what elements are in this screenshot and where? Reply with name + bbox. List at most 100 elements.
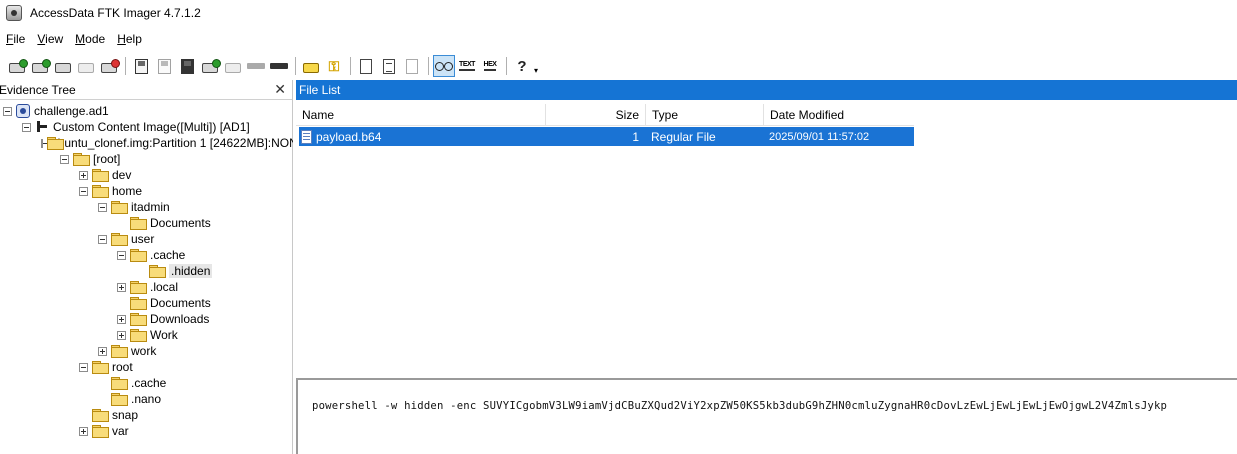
toolbar-separator	[428, 57, 429, 75]
key-icon: ⚿	[328, 58, 340, 74]
add-all-evidence-button[interactable]	[29, 55, 51, 77]
column-header-type[interactable]: Type	[646, 104, 764, 126]
collapse-icon[interactable]	[60, 154, 69, 164]
menu-file[interactable]: File	[0, 32, 31, 46]
collapse-icon[interactable]	[41, 138, 48, 148]
export-disk-image-icon	[157, 58, 171, 74]
create-custom-image-button[interactable]	[222, 55, 244, 77]
tree-node-home[interactable]: home	[79, 183, 142, 199]
verify-drive-icon	[247, 63, 265, 69]
folder-icon	[111, 393, 128, 406]
collapse-icon[interactable]	[22, 122, 31, 132]
folder-icon	[130, 313, 147, 326]
expand-icon[interactable]	[117, 330, 126, 340]
automatic-view-button[interactable]	[433, 55, 455, 77]
memory-icon	[270, 63, 288, 69]
image-mounting-icon	[55, 62, 71, 73]
tree-node-local[interactable]: .local	[117, 279, 178, 295]
tree-node-work-capital[interactable]: Work	[117, 327, 178, 343]
menu-view[interactable]: View	[31, 32, 69, 46]
tree-node-partition[interactable]: ubuntu_clonef.img:Partition 1 [24622MB]:…	[41, 135, 293, 151]
image-mounting-button[interactable]	[52, 55, 74, 77]
tree-node-user[interactable]: user	[98, 231, 154, 247]
window-title: AccessData FTK Imager 4.7.1.2	[30, 6, 201, 20]
verify-drive-button[interactable]	[245, 55, 267, 77]
file-list-title: File List	[299, 83, 341, 97]
collapse-icon[interactable]	[98, 234, 107, 244]
menu-help[interactable]: Help	[111, 32, 148, 46]
tree-node-work[interactable]: work	[98, 343, 156, 359]
tree-node-custom-content-image[interactable]: Custom Content Image([Multi]) [AD1]	[22, 119, 250, 135]
export-files-button[interactable]	[300, 55, 322, 77]
tree-node-root-cache[interactable]: .cache	[98, 375, 166, 391]
tree-node-hidden[interactable]: .hidden	[136, 263, 213, 279]
export-disk-image-button[interactable]	[153, 55, 175, 77]
create-custom-image-icon	[225, 62, 241, 73]
evidence-tree-header: Evidence Tree ✕	[0, 80, 292, 100]
file-list-row[interactable]: payload.b64 1 Regular File 2025/09/01 11…	[299, 127, 914, 146]
file-properties-button[interactable]	[378, 55, 400, 77]
add-evidence-item-button[interactable]	[6, 55, 28, 77]
export-logical-image-button[interactable]	[176, 55, 198, 77]
decrypt-button[interactable]: ⚿	[323, 55, 345, 77]
viewer-content-text: powershell -w hidden -enc SUVYICgobmV3LW…	[312, 400, 1168, 412]
tree-node-dev[interactable]: dev	[79, 167, 131, 183]
page-icon	[360, 58, 372, 74]
folder-icon	[130, 297, 147, 310]
folder-icon	[149, 265, 166, 278]
collapse-icon[interactable]	[79, 362, 88, 372]
tree-node-root[interactable]: root	[79, 359, 133, 375]
text-view-icon: TEXT	[459, 61, 475, 71]
add-to-custom-content-button[interactable]	[199, 55, 221, 77]
help-button[interactable]: ?	[511, 55, 533, 77]
menu-mode[interactable]: Mode	[69, 32, 111, 46]
tree-node-snap[interactable]: snap	[79, 407, 138, 423]
expand-icon[interactable]	[117, 282, 126, 292]
capture-memory-button[interactable]	[268, 55, 290, 77]
title-bar: AccessData FTK Imager 4.7.1.2	[0, 0, 1237, 26]
add-all-evidence-icon	[32, 58, 51, 73]
toolbar-overflow-icon[interactable]: ▾	[534, 66, 538, 75]
tree-node-downloads[interactable]: Downloads	[117, 311, 209, 327]
close-icon[interactable]: ✕	[274, 81, 286, 98]
folder-icon	[92, 361, 109, 374]
expand-icon[interactable]	[98, 346, 107, 356]
remove-all-evidence-icon	[101, 58, 120, 73]
tree-node-root-bracket[interactable]: [root]	[60, 151, 120, 167]
tree-node-challenge-ad1[interactable]: challenge.ad1	[3, 103, 109, 119]
hex-view-button[interactable]: HEX	[479, 55, 501, 77]
tree-node-itadmin-documents[interactable]: Documents	[117, 215, 211, 231]
expand-icon[interactable]	[79, 426, 88, 436]
export-logical-image-icon	[180, 58, 194, 74]
tree-node-itadmin[interactable]: itadmin	[98, 199, 170, 215]
remove-all-evidence-button[interactable]	[98, 55, 120, 77]
hex-page-icon	[406, 58, 418, 74]
column-header-date-modified[interactable]: Date Modified	[764, 104, 914, 126]
file-content-viewer[interactable]: powershell -w hidden -enc SUVYICgobmV3LW…	[296, 378, 1237, 454]
file-list-column-headers: Name Size Type Date Modified	[296, 104, 914, 126]
tree-node-nano[interactable]: .nano	[98, 391, 161, 407]
create-disk-image-button[interactable]	[130, 55, 152, 77]
column-header-size[interactable]: Size	[546, 104, 646, 126]
menu-bar: File View Mode Help	[0, 28, 148, 50]
evidence-tree-panel: Evidence Tree ✕ challenge.ad1 Custom Con…	[0, 80, 293, 454]
blank-page-button[interactable]	[355, 55, 377, 77]
tree-node-user-cache[interactable]: .cache	[117, 247, 185, 263]
collapse-icon[interactable]	[98, 202, 107, 212]
expand-icon[interactable]	[117, 314, 126, 324]
image-tree-icon	[35, 120, 49, 134]
expand-icon[interactable]	[79, 170, 88, 180]
tree-node-var[interactable]: var	[79, 423, 129, 439]
text-view-button[interactable]: TEXT	[456, 55, 478, 77]
collapse-icon[interactable]	[117, 250, 126, 260]
collapse-icon[interactable]	[79, 186, 88, 196]
remove-evidence-button[interactable]	[75, 55, 97, 77]
hex-value-interpreter-button[interactable]	[401, 55, 423, 77]
collapse-icon[interactable]	[3, 106, 12, 116]
create-disk-image-icon	[134, 58, 148, 74]
column-header-name[interactable]: Name	[296, 104, 546, 126]
tree-node-user-documents[interactable]: Documents	[117, 295, 211, 311]
ftk-imager-app-icon	[6, 5, 22, 21]
file-list-panel: File List Name Size Type Date Modified p…	[296, 80, 1237, 376]
folder-icon	[111, 201, 128, 214]
